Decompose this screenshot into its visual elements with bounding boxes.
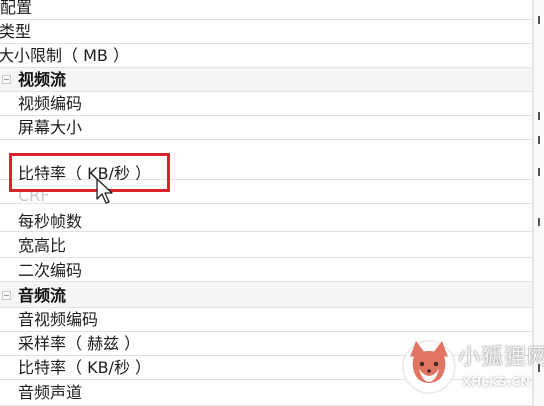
property-label: 音视频编码 <box>18 310 99 329</box>
property-label: 配置 <box>0 0 33 17</box>
property-row-aspect-ratio[interactable]: 宽高比 <box>0 232 532 258</box>
property-label: 屏幕大小 <box>18 118 83 137</box>
watermark-text-cn: 小狐狸网 <box>458 345 544 370</box>
fox-logo-icon <box>402 340 456 394</box>
property-label: 类型 <box>0 22 32 41</box>
property-row-size-limit[interactable]: 大小限制（ MB ） <box>0 44 532 68</box>
property-label: 视频编码 <box>18 94 83 113</box>
property-row-two-pass[interactable]: 二次编码 <box>0 258 532 282</box>
property-row-type[interactable]: 类型 <box>0 20 532 44</box>
value-cell-mark <box>538 16 540 24</box>
category-label: 视频流 <box>18 70 67 89</box>
collapse-toggle-icon[interactable] <box>2 75 11 84</box>
watermark-text-en: XHLKS.CN <box>462 375 531 389</box>
mouse-cursor-icon <box>96 178 113 204</box>
property-label: 宽高比 <box>18 236 67 255</box>
property-row-screen-size[interactable]: 屏幕大小 <box>0 116 532 140</box>
bitrate-highlight-box <box>9 153 170 192</box>
collapse-toggle-icon[interactable] <box>2 291 11 300</box>
property-row-frame-rate[interactable]: 每秒帧数 <box>0 204 532 232</box>
property-row-video-codec[interactable]: 视频编码 <box>0 92 532 116</box>
property-label: 采样率（ 赫兹 ） <box>18 334 141 353</box>
value-cell-mark <box>538 112 540 120</box>
value-cell-mark <box>538 136 540 144</box>
property-label: 音频声道 <box>18 383 83 402</box>
property-label: 大小限制（ MB ） <box>0 46 129 65</box>
category-row-video-stream[interactable]: 视频流 <box>0 68 532 92</box>
category-row-audio-stream[interactable]: 音频流 <box>0 282 532 308</box>
site-watermark: 小狐狸网 XHLKS.CN <box>388 323 544 406</box>
property-row-config[interactable]: 配置 <box>0 0 532 20</box>
category-label: 音频流 <box>18 286 67 305</box>
value-cell-mark <box>538 168 540 176</box>
value-cell-mark <box>538 218 540 226</box>
property-label: 二次编码 <box>18 261 83 280</box>
property-label: 每秒帧数 <box>18 212 83 231</box>
property-label: 比特率（ KB/秒 ） <box>18 358 152 377</box>
